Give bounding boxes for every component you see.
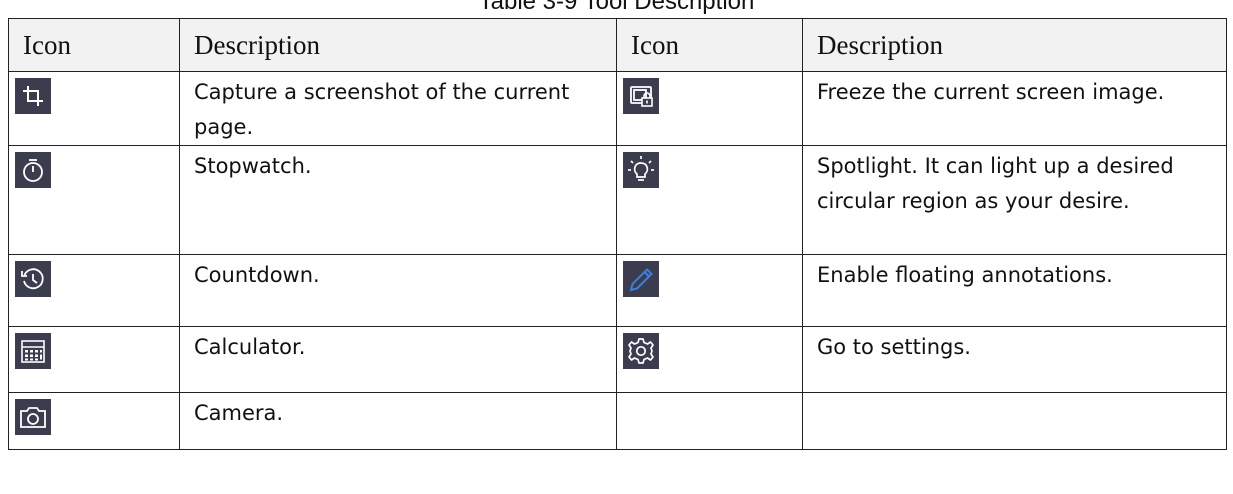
table-row: Countdown. Enable floating annotations. <box>8 254 1227 327</box>
icon-cell <box>8 145 180 255</box>
table-row: Calculator. Go to settings. <box>8 326 1227 393</box>
icon-cell <box>8 71 180 146</box>
icon-cell <box>616 145 803 255</box>
description-cell: Capture a screenshot of the current page… <box>179 71 617 146</box>
table-caption: Table 3-9 Tool Description <box>478 0 755 15</box>
icon-cell <box>8 254 180 327</box>
tool-description-table: Icon Description Icon Description Captur… <box>8 18 1227 450</box>
pencil-icon <box>623 261 659 297</box>
calculator-icon <box>15 333 51 369</box>
description-cell: Calculator. <box>179 326 617 393</box>
table-caption-strip: Table 3-9 Tool Description <box>0 0 1233 18</box>
table-row: Stopwatch. Spotlight. It can light up a … <box>8 145 1227 255</box>
header-icon-left: Icon <box>8 18 180 72</box>
settings-gear-icon <box>623 333 659 369</box>
description-cell: Freeze the current screen image. <box>802 71 1227 146</box>
countdown-icon <box>15 261 51 297</box>
description-cell: Stopwatch. <box>179 145 617 255</box>
spotlight-icon <box>623 152 659 188</box>
description-cell: Camera. <box>179 392 617 450</box>
camera-icon <box>15 399 51 435</box>
description-cell: Countdown. <box>179 254 617 327</box>
description-cell: Enable floating annotations. <box>802 254 1227 327</box>
header-icon-right: Icon <box>616 18 803 72</box>
stopwatch-icon <box>15 152 51 188</box>
empty-icon-cell <box>616 392 803 450</box>
crop-icon <box>15 78 51 114</box>
icon-cell <box>8 326 180 393</box>
icon-cell <box>8 392 180 450</box>
freeze-screen-icon <box>623 78 659 114</box>
icon-cell <box>616 254 803 327</box>
description-cell: Spotlight. It can light up a desired cir… <box>802 145 1227 255</box>
icon-cell <box>616 71 803 146</box>
header-description-left: Description <box>179 18 617 72</box>
empty-description-cell <box>802 392 1227 450</box>
table-row: Camera. <box>8 392 1227 450</box>
table-row: Capture a screenshot of the current page… <box>8 71 1227 146</box>
table-header-row: Icon Description Icon Description <box>8 18 1227 72</box>
header-description-right: Description <box>802 18 1227 72</box>
description-cell: Go to settings. <box>802 326 1227 393</box>
icon-cell <box>616 326 803 393</box>
